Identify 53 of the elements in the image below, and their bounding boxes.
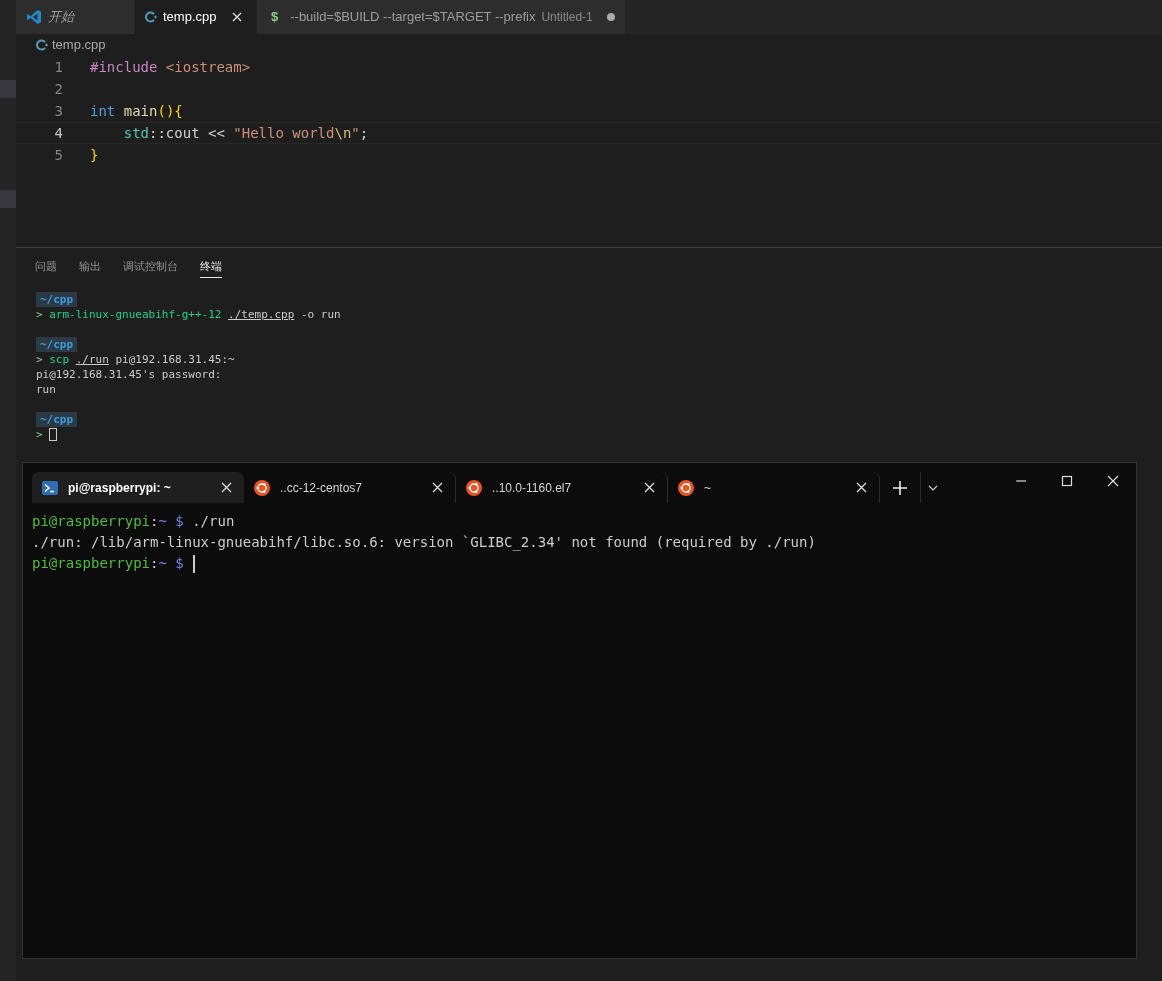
terminal-line: pi@raspberrypi:~ $ ./run	[32, 512, 235, 531]
cpp-file-icon	[145, 11, 157, 23]
terminal-command: > arm-linux-gnueabihf-g++-12 ./temp.cpp -o run	[36, 307, 341, 322]
terminal-cursor	[192, 554, 195, 573]
line-number: 5	[53, 145, 63, 165]
close-icon	[1107, 475, 1119, 487]
editor-tab[interactable]: 开始	[16, 0, 134, 34]
cpp-file-icon	[36, 39, 48, 51]
editor-tab[interactable]: $ --build=$BUILD --target=$TARGET --prefix Untitled-1	[256, 0, 625, 34]
panel-tab[interactable]: 问题	[35, 258, 57, 278]
terminal-command: >	[36, 427, 44, 442]
editor-tab[interactable]: temp.cpp	[134, 0, 256, 34]
close-icon	[221, 482, 232, 493]
line-number: 1	[53, 57, 63, 77]
close-icon	[644, 482, 655, 493]
code-line: std::cout << "Hello world\n";	[122, 123, 369, 143]
terminal-tab[interactable]: ..cc-12-centos7	[244, 472, 456, 503]
panel-tab[interactable]: 输出	[79, 258, 101, 278]
terminal-line: ./run: /lib/arm-linux-gnueabihf/libc.so.6: version `GLIBC_2.34' not found (required by ./run)	[32, 533, 816, 553]
terminal-output: pi@192.168.31.45's password:	[36, 367, 222, 382]
powershell-icon	[42, 480, 58, 495]
terminal-tab[interactable]: ~	[668, 472, 880, 503]
vscode-logo-icon	[26, 9, 42, 25]
unsaved-dot-icon	[606, 13, 615, 21]
line-number: 4	[53, 123, 63, 143]
chevron-down-icon	[927, 484, 938, 491]
plus-icon	[893, 480, 907, 495]
panel-tab[interactable]: 调试控制台	[123, 258, 178, 278]
terminal-tab[interactable]: ..10.0-1160.el7	[456, 472, 668, 503]
ubuntu-logo-icon	[254, 479, 270, 496]
breadcrumb-item[interactable]: temp.cpp	[52, 35, 106, 55]
terminal-output: run	[36, 382, 56, 397]
ubuntu-logo-icon	[678, 479, 694, 496]
dollar-icon: $	[271, 7, 279, 27]
code-line: int main(){	[90, 101, 183, 121]
terminal-tab[interactable]: pi@raspberrypi: ~	[32, 472, 244, 503]
line-number: 2	[53, 79, 63, 99]
close-icon	[432, 482, 443, 493]
close-icon	[232, 12, 243, 22]
line-number: 3	[53, 101, 63, 121]
path-badge: ~/cpp	[36, 337, 78, 352]
close-icon	[856, 482, 867, 493]
terminal-cursor	[49, 428, 58, 441]
ubuntu-logo-icon	[466, 479, 482, 496]
terminal-line: pi@raspberrypi:~ $	[32, 554, 184, 573]
path-badge: ~/cpp	[36, 292, 78, 307]
code-line: }	[90, 145, 99, 165]
terminal-command: > scp ./run pi@192.168.31.45:~	[36, 352, 235, 367]
maximize-icon	[1061, 475, 1073, 487]
tab-description: Untitled-1	[541, 9, 593, 26]
panel-tab[interactable]: 终端	[200, 258, 222, 278]
path-badge: ~/cpp	[36, 412, 78, 427]
code-line: #include <iostream>	[90, 57, 251, 77]
